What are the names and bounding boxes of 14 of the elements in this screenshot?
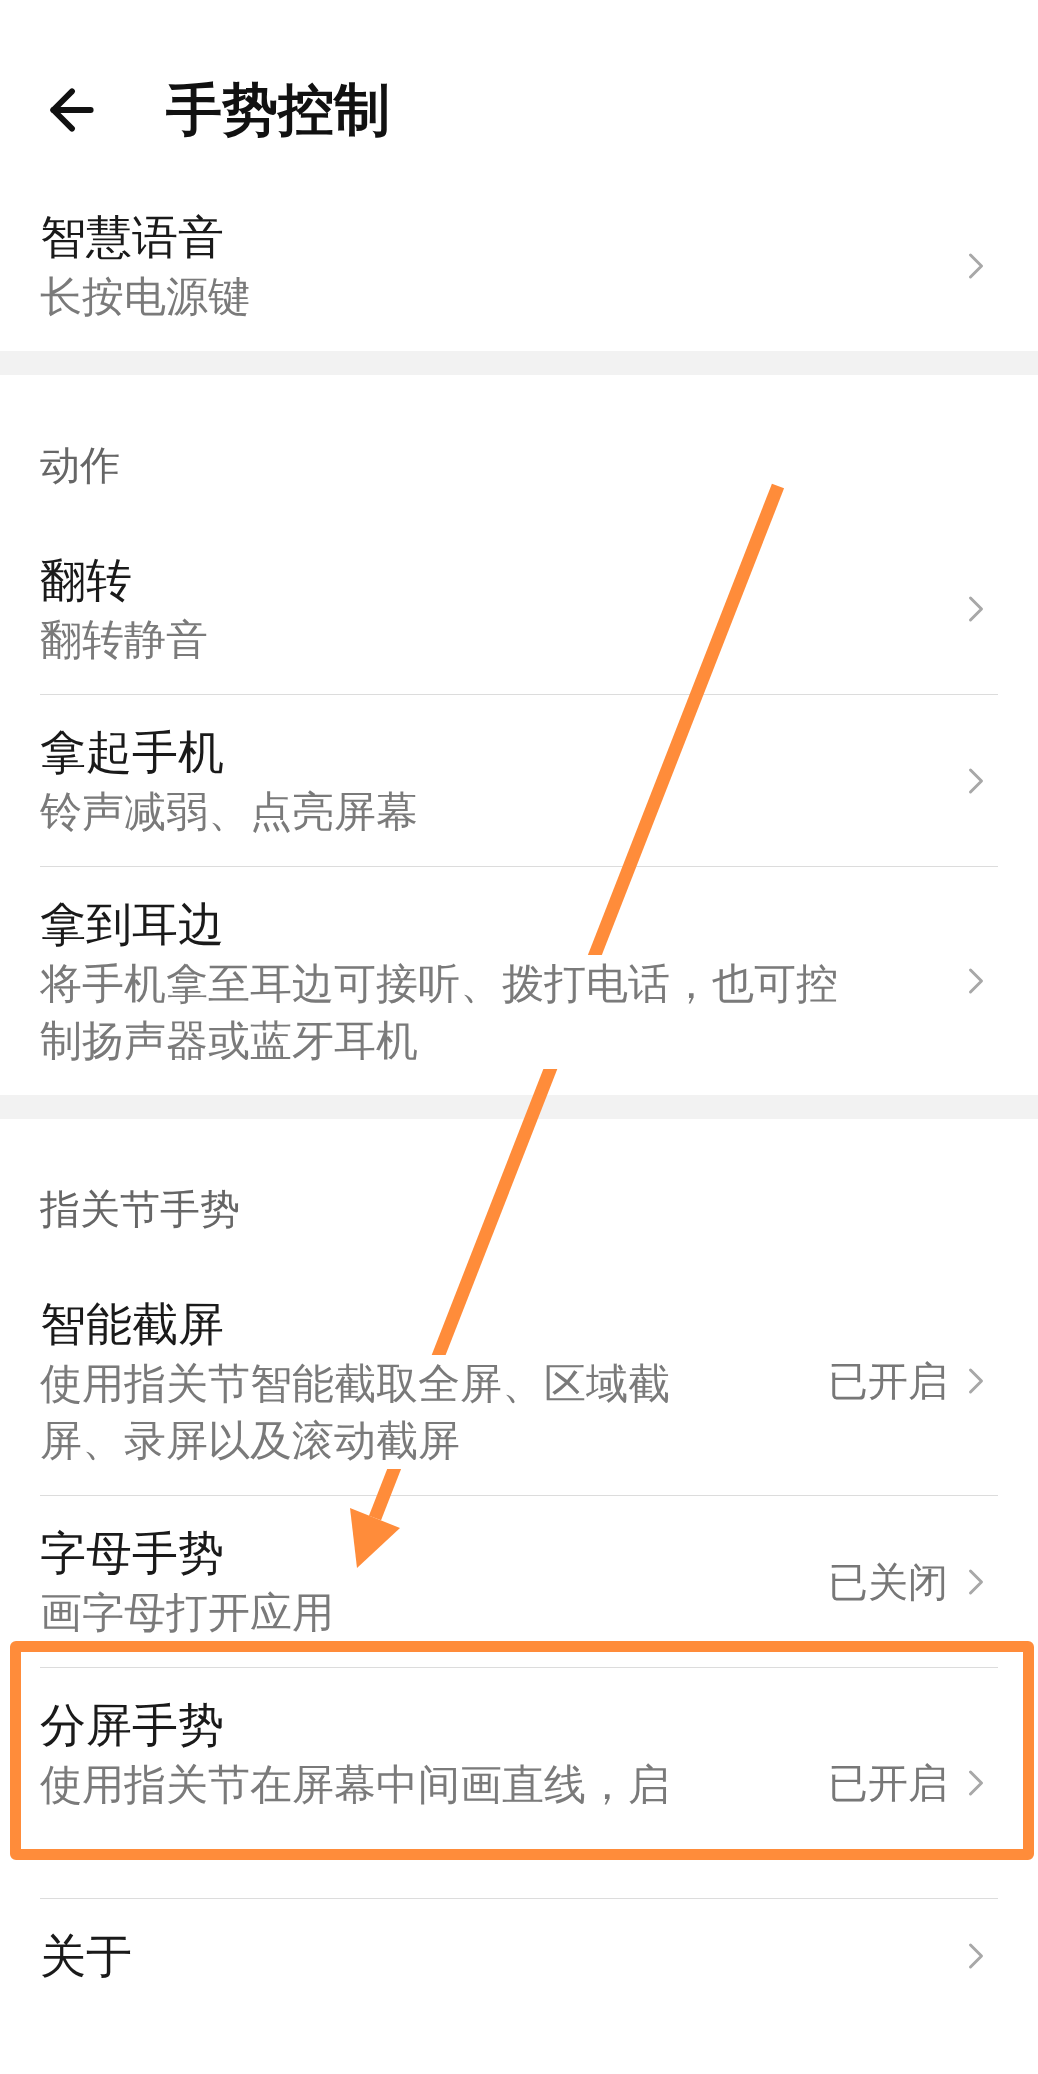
status-text: 已开启 [828,1357,948,1406]
settings-row[interactable]: 智慧语音 长按电源键 [0,180,1038,351]
settings-row[interactable]: 翻转 翻转静音 [0,523,1038,694]
status-text: 已开启 [828,1759,948,1808]
settings-row[interactable]: 智能截屏 使用指关节智能截取全屏、区域截屏、录屏以及滚动截屏 已开启 [0,1267,1038,1495]
settings-row[interactable]: 拿起手机 铃声减弱、点亮屏幕 [0,695,1038,866]
settings-row[interactable]: 拿到耳边 将手机拿至耳边可接听、拨打电话，也可控制扬声器或蓝牙耳机 [0,867,1038,1095]
status-text: 已关闭 [828,1557,948,1607]
settings-row[interactable]: 字母手势 画字母打开应用 已关闭 [0,1496,1038,1667]
section-heading: 指关节手势 [40,1186,240,1232]
settings-row[interactable]: 分屏手势 使用指关节在屏幕中间画直线，启 已开启 [0,1668,1038,1898]
settings-row[interactable]: 关于 [0,1899,1038,2013]
page-title: 手势控制 [166,76,390,144]
section-heading: 动作 [40,442,120,488]
